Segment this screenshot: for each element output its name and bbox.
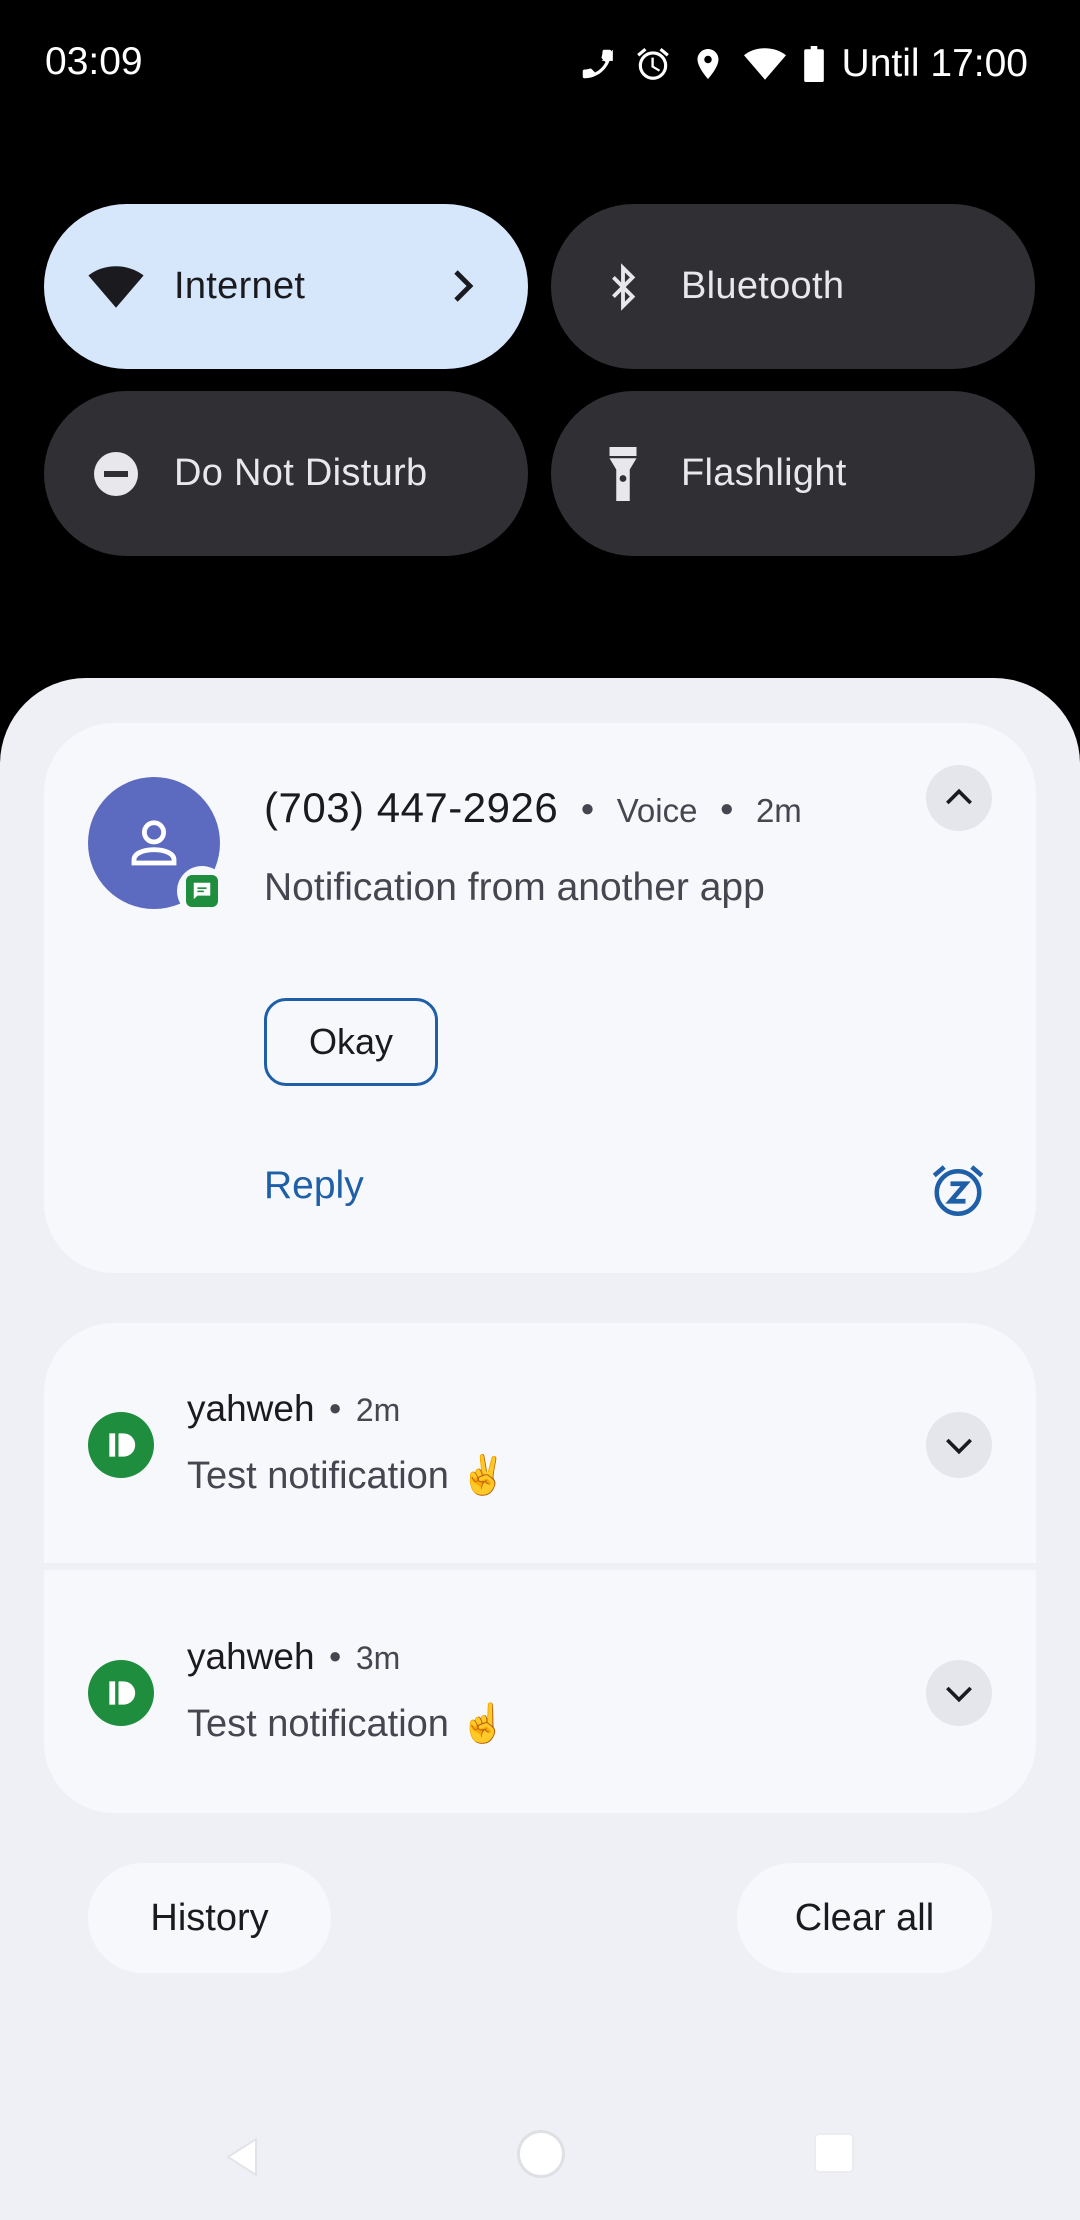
expand-button[interactable] bbox=[926, 1412, 992, 1478]
notification-text: Test notification ☝️ bbox=[187, 1703, 507, 1745]
okay-button[interactable]: Okay bbox=[264, 998, 438, 1086]
tile-label: Internet bbox=[174, 265, 306, 307]
notification-text: Test notification ✌️ bbox=[187, 1455, 507, 1497]
chevron-right-icon bbox=[438, 262, 486, 310]
tile-label: Flashlight bbox=[681, 452, 847, 494]
recents-icon[interactable] bbox=[814, 2133, 854, 2173]
clear-all-button[interactable]: Clear all bbox=[737, 1863, 992, 1973]
app-badge bbox=[177, 866, 227, 916]
notification-title: yahweh bbox=[187, 1636, 315, 1677]
reply-button[interactable]: Reply bbox=[264, 1164, 364, 1208]
notification-time: 2m bbox=[755, 792, 802, 829]
wifi-icon bbox=[743, 46, 786, 82]
message-icon bbox=[186, 875, 218, 907]
separator-dot: ● bbox=[328, 1395, 342, 1420]
expand-button[interactable] bbox=[926, 1660, 992, 1726]
tile-label: Bluetooth bbox=[681, 265, 845, 307]
snooze-icon[interactable] bbox=[928, 1160, 988, 1220]
location-icon bbox=[690, 46, 726, 82]
tile-bluetooth[interactable]: Bluetooth bbox=[551, 204, 1035, 369]
status-icons: Until 17:00 bbox=[578, 40, 1028, 88]
status-time: 03:09 bbox=[45, 40, 143, 83]
wifi-icon bbox=[86, 257, 146, 317]
notification-header: yahweh ● 2m bbox=[187, 1388, 400, 1430]
notification-title: (703) 447-2926 bbox=[264, 784, 559, 831]
back-icon[interactable] bbox=[218, 2133, 266, 2186]
app-icon bbox=[88, 1660, 154, 1726]
notification-time: 3m bbox=[355, 1640, 401, 1676]
history-button[interactable]: History bbox=[88, 1863, 331, 1973]
notification-text: Notification from another app bbox=[264, 866, 765, 909]
notification-header: (703) 447-2926 ● Voice ● 2m bbox=[264, 784, 802, 832]
tile-label: Do Not Disturb bbox=[174, 452, 428, 494]
app-icon bbox=[88, 1412, 154, 1478]
separator-dot: ● bbox=[719, 795, 734, 822]
bluetooth-icon bbox=[593, 257, 653, 317]
wifi-calling-icon bbox=[578, 45, 616, 83]
home-icon[interactable] bbox=[517, 2130, 565, 2178]
tile-internet[interactable]: Internet bbox=[44, 204, 528, 369]
tile-do-not-disturb[interactable]: Do Not Disturb bbox=[44, 391, 528, 556]
tile-flashlight[interactable]: Flashlight bbox=[551, 391, 1035, 556]
notification-time: 2m bbox=[355, 1392, 401, 1428]
notification-card[interactable] bbox=[44, 1570, 1036, 1813]
person-icon bbox=[131, 820, 177, 866]
separator-dot: ● bbox=[328, 1643, 342, 1668]
notification-header: yahweh ● 3m bbox=[187, 1636, 400, 1678]
chevron-down-icon bbox=[946, 1686, 972, 1703]
collapse-button[interactable] bbox=[926, 765, 992, 831]
alarm-icon bbox=[634, 45, 672, 83]
chevron-down-icon bbox=[946, 1438, 972, 1455]
notification-title: yahweh bbox=[187, 1388, 315, 1429]
notification-app-name: Voice bbox=[616, 792, 698, 829]
notification-card[interactable] bbox=[44, 1323, 1036, 1563]
battery-status-label: Until 17:00 bbox=[841, 42, 1028, 85]
separator-dot: ● bbox=[580, 795, 595, 822]
flashlight-icon bbox=[593, 444, 653, 504]
chevron-up-icon bbox=[946, 788, 972, 805]
status-bar: 03:09 Until 17:00 bbox=[0, 0, 1080, 130]
battery-icon bbox=[803, 46, 824, 82]
do-not-disturb-icon bbox=[86, 444, 146, 504]
